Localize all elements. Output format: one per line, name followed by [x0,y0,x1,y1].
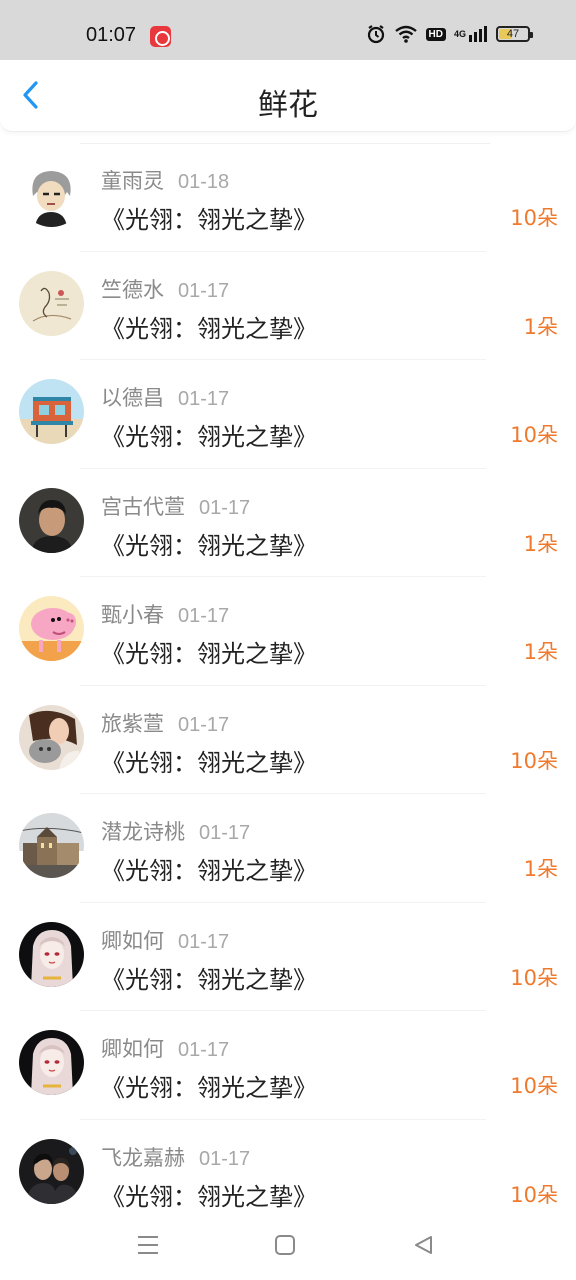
username: 以德昌 01-17 [101,382,229,412]
wifi-icon [394,25,418,43]
signal-4g-icon: 4G [454,25,488,43]
flower-count: 1朵 [523,640,558,664]
username-text: 以德昌 [101,386,164,410]
username-text: 飞龙嘉赫 [101,1145,185,1170]
list-item[interactable]: 宫古代萱 01-17 《光翎：翎光之挚》 1朵 [0,469,576,577]
flower-count: 1朵 [523,531,558,556]
date: 01-17 [178,1039,230,1061]
username-text: 旅紫萱 [101,711,164,736]
menu-button[interactable] [133,1232,163,1262]
book-title[interactable]: 《光翎：翎光之挚》 [101,634,317,669]
avatar[interactable] [19,1138,84,1204]
avatar[interactable] [19,813,84,878]
status-icons: HD 4G 47 [366,24,533,44]
avatar[interactable] [19,487,84,553]
username-text: 卿如何 [101,928,164,953]
date: 01-17 [178,605,230,627]
avatar[interactable] [19,270,84,336]
list-item[interactable]: 卿如何 01-17 《光翎：翎光之挚》 10朵 [0,903,576,1011]
battery-icon: 47 [496,26,533,42]
menu-icon [136,1234,160,1260]
username-text: 卿如何 [101,1037,164,1061]
list-item[interactable]: 童雨灵 01-18 《光翎：翎光之挚》 10朵 [0,143,576,252]
book-title[interactable]: 《光翎：翎光之挚》 [101,960,317,995]
date: 01-17 [178,930,230,953]
home-button[interactable] [270,1232,300,1262]
list-item[interactable]: 甄小春 01-17 《光翎：翎光之挚》 1朵 [0,577,576,686]
header: 鲜花 [0,60,576,132]
status-bar: 01:07 HD 4G 47 [0,0,576,60]
date: 01-17 [178,279,230,302]
hd-icon: HD [425,27,446,41]
flower-count: 10朵 [510,1074,558,1098]
avatar[interactable] [19,704,84,770]
date: 01-17 [199,822,251,844]
date: 01-18 [178,171,230,193]
network-label: 4G [453,28,466,39]
list-item[interactable]: 以德昌 01-17 《光翎：翎光之挚》 10朵 [0,360,576,469]
date: 01-17 [199,1147,251,1170]
username: 竺德水 01-17 [101,274,229,304]
username: 飞龙嘉赫 01-17 [101,1142,250,1172]
system-nav-bar [0,1218,576,1280]
avatar[interactable] [19,162,84,227]
flower-count: 10朵 [510,423,558,447]
avatar[interactable] [19,379,84,444]
username-text: 宫古代萱 [101,494,185,519]
flower-list: 童雨灵 01-18 《光翎：翎光之挚》 10朵 竺德水 01-17 《光翎：翎光之挚… [0,143,576,1228]
book-title[interactable]: 《光翎：翎光之挚》 [101,1068,317,1103]
flower-count: 1朵 [523,314,558,339]
flower-count: 10朵 [510,1182,558,1207]
home-square-icon [274,1234,296,1260]
list-item[interactable]: 竺德水 01-17 《光翎：翎光之挚》 1朵 [0,252,576,360]
list-item[interactable]: 卿如何 01-17 《光翎：翎光之挚》 10朵 [0,1011,576,1120]
date: 01-17 [178,388,230,410]
date: 01-17 [178,713,230,736]
username: 卿如何 01-17 [101,925,229,955]
book-title[interactable]: 《光翎：翎光之挚》 [101,526,317,561]
book-title[interactable]: 《光翎：翎光之挚》 [101,417,317,452]
status-time: 01:07 [86,24,137,46]
flower-count: 10朵 [510,206,558,230]
book-title[interactable]: 《光翎：翎光之挚》 [101,309,317,344]
list-item[interactable]: 飞龙嘉赫 01-17 《光翎：翎光之挚》 10朵 [0,1120,576,1229]
back-triangle-icon [412,1234,434,1260]
username-text: 竺德水 [101,277,164,302]
username: 卿如何 01-17 [101,1033,229,1063]
avatar[interactable] [19,1030,84,1095]
alarm-icon [366,24,386,44]
username: 潜龙诗桃 01-17 [101,816,250,846]
username-text: 甄小春 [101,603,164,627]
book-title[interactable]: 《光翎：翎光之挚》 [101,743,317,778]
avatar[interactable] [19,596,84,661]
battery-level: 47 [506,28,520,40]
book-title[interactable]: 《光翎：翎光之挚》 [101,1177,317,1212]
flower-count: 1朵 [523,857,558,881]
username-text: 童雨灵 [101,169,164,193]
book-title[interactable]: 《光翎：翎光之挚》 [101,200,317,235]
book-title[interactable]: 《光翎：翎光之挚》 [101,851,317,886]
list-item[interactable]: 旅紫萱 01-17 《光翎：翎光之挚》 10朵 [0,686,576,794]
username: 童雨灵 01-18 [101,165,229,195]
username: 宫古代萱 01-17 [101,491,250,521]
list-item[interactable]: 潜龙诗桃 01-17 《光翎：翎光之挚》 1朵 [0,794,576,903]
username: 甄小春 01-17 [101,599,229,629]
page-title: 鲜花 [258,88,318,123]
avatar[interactable] [19,921,84,987]
back-nav-button[interactable] [408,1232,438,1262]
date: 01-17 [199,496,251,519]
flower-count: 10朵 [510,748,558,773]
app-notification-icon [150,26,171,47]
flower-count: 10朵 [510,965,558,990]
username: 旅紫萱 01-17 [101,708,229,738]
username-text: 潜龙诗桃 [101,820,185,844]
